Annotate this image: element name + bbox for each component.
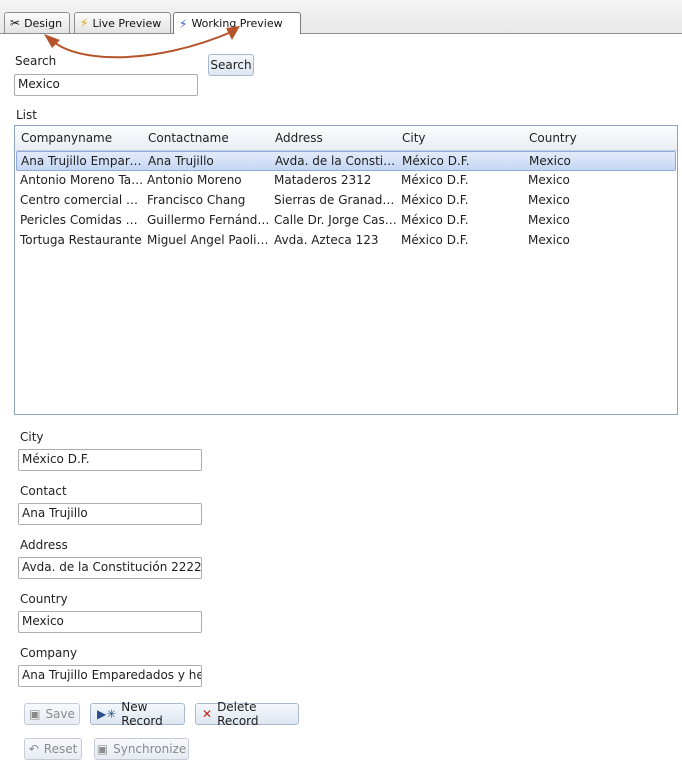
table-cell: Avda. Azteca 123 xyxy=(274,233,379,247)
reset-button[interactable]: ↶ Reset xyxy=(24,738,82,760)
table-cell: Miguel Angel Paolino xyxy=(147,233,271,247)
table-cell: Mexico xyxy=(528,233,570,247)
country-label: Country xyxy=(20,592,68,606)
city-field[interactable]: México D.F. xyxy=(18,449,202,471)
table-cell: Ana Trujillo xyxy=(148,154,214,168)
delete-record-button[interactable]: ✕ Delete Record xyxy=(195,700,299,728)
table-row[interactable]: Ana Trujillo Emparedados y helados Ana T… xyxy=(16,151,676,171)
table-cell: México D.F. xyxy=(401,193,469,207)
table-cell: Mexico xyxy=(528,193,570,207)
table-cell: Avda. de la Constitución 2222 xyxy=(275,154,399,168)
column-header-companyname[interactable]: Companyname xyxy=(21,131,112,145)
delete-record-button-label: Delete Record xyxy=(217,700,259,728)
table-cell: México D.F. xyxy=(401,213,469,227)
list-label: List xyxy=(16,108,37,122)
contact-label: Contact xyxy=(20,484,67,498)
list-grid[interactable]: Companyname Contactname Address City Cou… xyxy=(14,125,678,415)
grid-header: Companyname Contactname Address City Cou… xyxy=(15,126,677,151)
save-button[interactable]: ▣ Save xyxy=(24,703,80,725)
lightning-icon: ⚡ xyxy=(179,16,188,31)
table-cell: Sierras de Granada 9993 xyxy=(274,193,398,207)
column-header-address[interactable]: Address xyxy=(275,131,323,145)
table-row[interactable]: Antonio Moreno Taquería Antonio Moreno M… xyxy=(16,171,676,191)
table-cell: Centro comercial Moctezuma xyxy=(20,193,144,207)
address-label: Address xyxy=(20,538,68,552)
search-input[interactable]: Mexico xyxy=(14,74,198,96)
company-label: Company xyxy=(20,646,78,660)
floppy-disk-icon: ▣ xyxy=(29,707,41,721)
table-cell: Mexico xyxy=(529,154,571,168)
table-row[interactable]: Tortuga Restaurante Miguel Angel Paolino… xyxy=(16,231,676,251)
synchronize-button[interactable]: ▣ Synchronize xyxy=(94,738,189,760)
table-cell: Mexico xyxy=(528,213,570,227)
table-cell: Mexico xyxy=(528,173,570,187)
tab-live-preview-label: Live Preview xyxy=(92,16,162,30)
table-cell: Pericles Comidas clásicas xyxy=(20,213,144,227)
undo-icon: ↶ xyxy=(28,742,39,756)
tools-icon: ✂ xyxy=(10,16,21,30)
reset-button-label: Reset xyxy=(43,742,78,756)
table-cell: Antonio Moreno Taquería xyxy=(20,173,144,187)
floppy-disk-icon: ▣ xyxy=(96,742,109,756)
country-field[interactable]: Mexico xyxy=(18,611,202,633)
table-cell: México D.F. xyxy=(401,173,469,187)
table-cell: Antonio Moreno xyxy=(147,173,242,187)
synchronize-button-label: Synchronize xyxy=(113,742,187,756)
table-cell: Ana Trujillo Emparedados y helados xyxy=(21,154,145,168)
column-header-city[interactable]: City xyxy=(402,131,426,145)
table-row[interactable]: Pericles Comidas clásicas Guillermo Fern… xyxy=(16,211,676,231)
tab-bar: ✂ Design ⚡ Live Preview ⚡ Working Previe… xyxy=(0,0,682,34)
address-field[interactable]: Avda. de la Constitución 2222 xyxy=(18,557,202,579)
table-cell: México D.F. xyxy=(401,233,469,247)
delete-icon: ✕ xyxy=(202,707,213,721)
table-cell: Mataderos 2312 xyxy=(274,173,372,187)
tab-design[interactable]: ✂ Design xyxy=(4,12,70,33)
search-label: Search xyxy=(15,54,57,68)
tab-working-preview[interactable]: ⚡ Working Preview xyxy=(173,12,301,34)
table-cell: Francisco Chang xyxy=(147,193,246,207)
new-record-icon: ▶✳ xyxy=(97,707,117,721)
city-label: City xyxy=(20,430,44,444)
new-record-button[interactable]: ▶✳ New Record xyxy=(90,700,185,728)
company-field[interactable]: Ana Trujillo Emparedados y helados xyxy=(18,665,202,687)
table-cell: México D.F. xyxy=(402,154,470,168)
table-cell: Guillermo Fernández xyxy=(147,213,271,227)
column-header-country[interactable]: Country xyxy=(529,131,577,145)
search-button-label: Search xyxy=(210,58,252,72)
new-record-button-label: New Record xyxy=(121,700,163,728)
tab-design-label: Design xyxy=(24,16,63,30)
lightning-icon: ⚡ xyxy=(80,16,89,30)
save-button-label: Save xyxy=(45,707,75,721)
column-header-contactname[interactable]: Contactname xyxy=(148,131,229,145)
tab-live-preview[interactable]: ⚡ Live Preview xyxy=(74,12,171,33)
table-cell: Calle Dr. Jorge Cash 321 xyxy=(274,213,398,227)
contact-field[interactable]: Ana Trujillo xyxy=(18,503,202,525)
tab-working-preview-label: Working Preview xyxy=(191,17,283,30)
search-button[interactable]: Search xyxy=(208,54,254,76)
tab-bar-baseline xyxy=(0,33,682,34)
table-cell: Tortuga Restaurante xyxy=(20,233,142,247)
table-row[interactable]: Centro comercial Moctezuma Francisco Cha… xyxy=(16,191,676,211)
